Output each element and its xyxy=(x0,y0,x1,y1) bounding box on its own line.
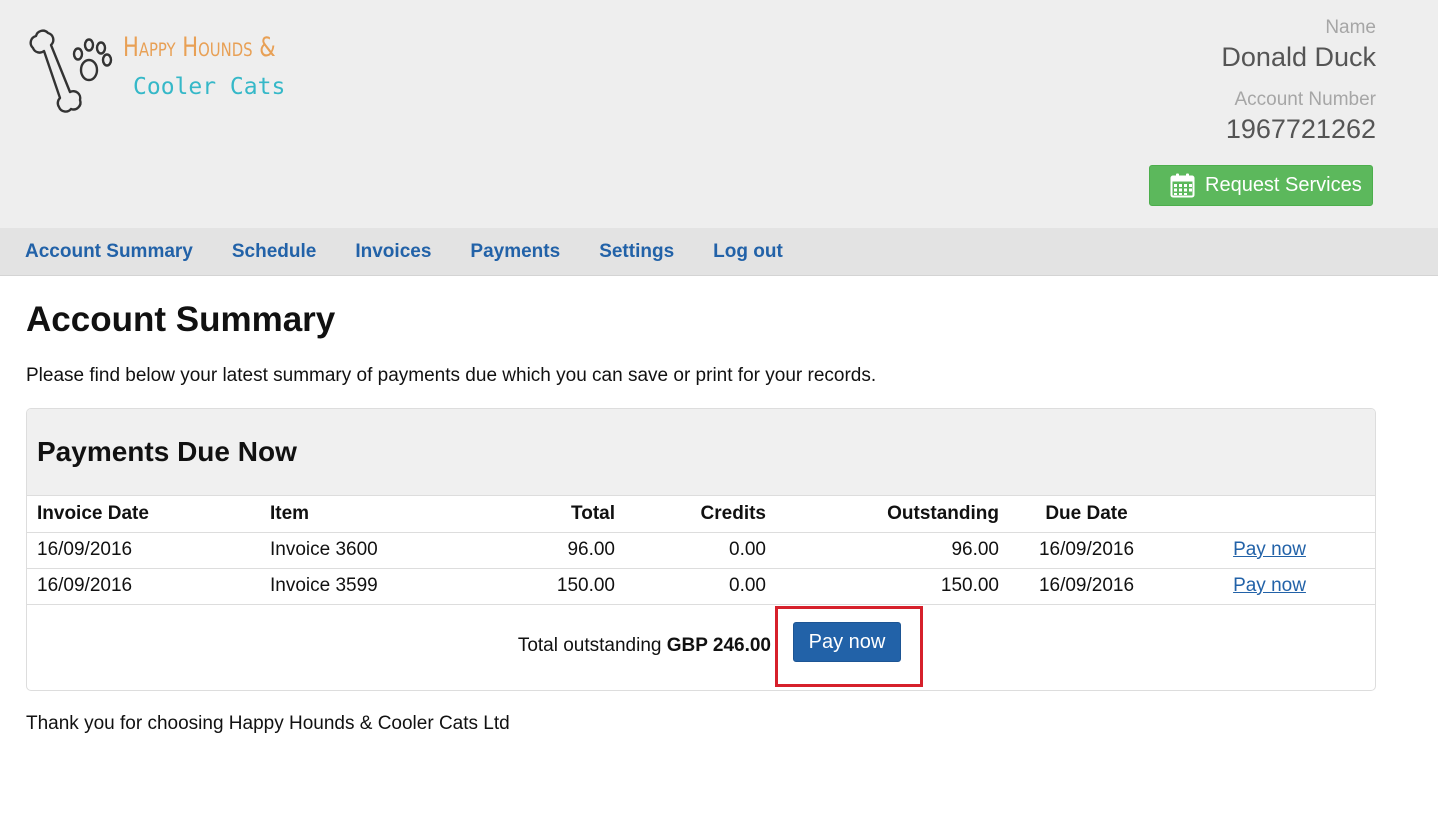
brand-name-line1: Happy Hounds & xyxy=(123,32,276,63)
total-outstanding-row: Total outstanding GBP 246.00 Pay now xyxy=(27,604,1375,690)
header: Happy Hounds & Cooler Cats Name Donald D… xyxy=(0,0,1438,228)
total-cell: 96.00 xyxy=(490,532,625,569)
outstanding-cell: 96.00 xyxy=(776,532,1009,569)
total-outstanding-label: Total outstanding xyxy=(517,635,667,656)
invoice-date-cell: 16/09/2016 xyxy=(27,532,260,569)
nav-log-out[interactable]: Log out xyxy=(713,241,783,263)
col-action xyxy=(1164,496,1375,533)
name-value: Donald Duck xyxy=(1221,42,1376,72)
account-number-value: 1967721262 xyxy=(1225,114,1376,144)
col-item: Item xyxy=(260,496,490,533)
calendar-icon xyxy=(1170,173,1195,198)
item-cell: Invoice 3600 xyxy=(260,532,490,569)
pay-now-link-invoice-3600[interactable]: Pay now xyxy=(1233,539,1306,560)
pay-now-link-invoice-3599[interactable]: Pay now xyxy=(1233,575,1306,596)
nav-account-summary[interactable]: Account Summary xyxy=(25,241,193,263)
highlight-box xyxy=(775,606,923,687)
account-info: Name Donald Duck Account Number 19677212… xyxy=(1221,16,1376,146)
table-row: 16/09/2016 Invoice 3599 150.00 0.00 150.… xyxy=(27,568,1375,605)
name-label: Name xyxy=(1325,17,1376,38)
outstanding-cell: 150.00 xyxy=(776,568,1009,605)
nav-invoices[interactable]: Invoices xyxy=(355,241,431,263)
due-date-cell: 16/09/2016 xyxy=(1009,532,1164,569)
brand-logo[interactable]: Happy Hounds & Cooler Cats xyxy=(26,26,316,116)
col-credits: Credits xyxy=(625,496,776,533)
table-header-row: Invoice Date Item Total Credits Outstand… xyxy=(27,496,1375,533)
col-total: Total xyxy=(490,496,625,533)
total-cell: 150.00 xyxy=(490,568,625,605)
nav-settings[interactable]: Settings xyxy=(599,241,674,263)
due-date-cell: 16/09/2016 xyxy=(1009,568,1164,605)
action-cell: Pay now xyxy=(1164,532,1375,569)
footer-thanks: Thank you for choosing Happy Hounds & Co… xyxy=(26,713,510,734)
item-cell: Invoice 3599 xyxy=(260,568,490,605)
request-services-label: Request Services xyxy=(1205,174,1362,196)
total-outstanding-value: GBP 246.00 xyxy=(666,635,771,656)
col-outstanding: Outstanding xyxy=(776,496,1009,533)
main-nav: Account Summary Schedule Invoices Paymen… xyxy=(0,228,1438,276)
request-services-button[interactable]: Request Services xyxy=(1149,165,1373,206)
col-invoice-date: Invoice Date xyxy=(27,496,260,533)
bone-paw-icon xyxy=(29,29,113,113)
brand-name-line2: Cooler Cats xyxy=(133,74,286,100)
payments-table: Invoice Date Item Total Credits Outstand… xyxy=(27,496,1375,605)
invoice-date-cell: 16/09/2016 xyxy=(27,568,260,605)
panel-header: Payments Due Now xyxy=(27,409,1375,496)
account-number-label: Account Number xyxy=(1234,89,1376,110)
total-outstanding: Total outstanding GBP 246.00 xyxy=(518,635,771,657)
page-intro: Please find below your latest summary of… xyxy=(26,365,877,386)
credits-cell: 0.00 xyxy=(625,532,776,569)
page-title: Account Summary xyxy=(26,300,336,339)
credits-cell: 0.00 xyxy=(625,568,776,605)
nav-schedule[interactable]: Schedule xyxy=(232,241,316,263)
action-cell: Pay now xyxy=(1164,568,1375,605)
table-row: 16/09/2016 Invoice 3600 96.00 0.00 96.00… xyxy=(27,532,1375,569)
panel-title: Payments Due Now xyxy=(37,436,297,467)
col-due-date: Due Date xyxy=(1009,496,1164,533)
nav-payments[interactable]: Payments xyxy=(470,241,560,263)
payments-due-panel: Payments Due Now Invoice Date Item Total… xyxy=(26,408,1376,691)
